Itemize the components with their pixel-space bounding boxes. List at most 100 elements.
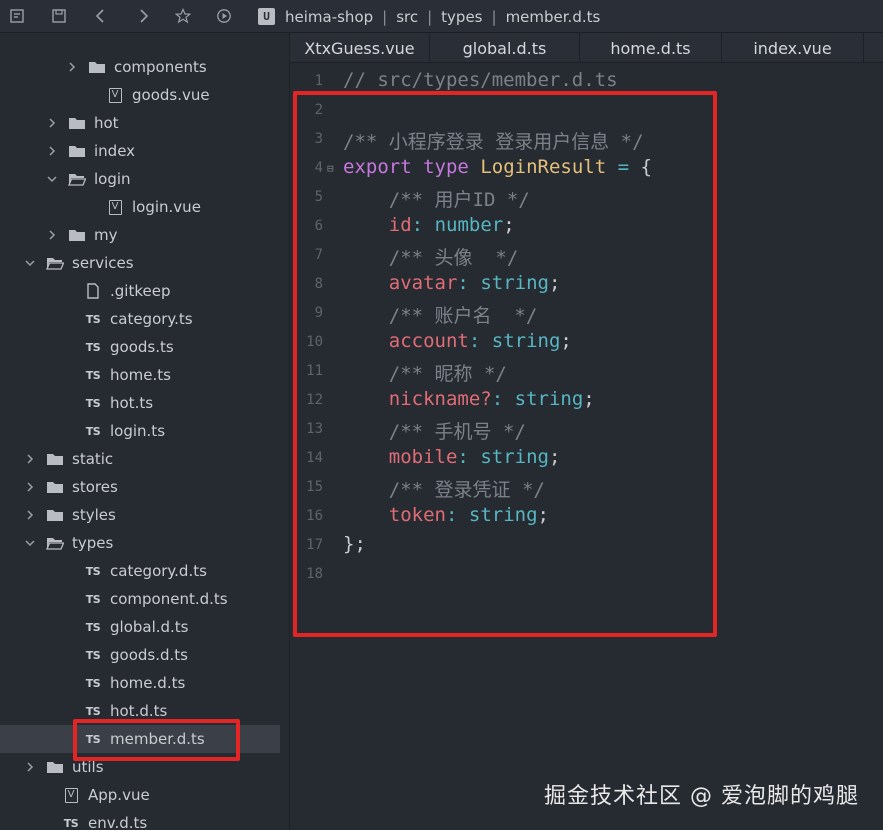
tree-item-label: index <box>94 142 136 160</box>
tree-folder-styles[interactable]: styles <box>0 501 280 529</box>
breadcrumb-item[interactable]: types <box>441 8 482 26</box>
tree-file-component-d-ts[interactable]: TS component.d.ts <box>0 585 280 613</box>
breadcrumb-separator-icon: | <box>491 7 497 26</box>
code-line: mobile: string; <box>343 446 561 468</box>
chevron-down-icon[interactable] <box>24 537 36 549</box>
typescript-file-icon: TS <box>85 620 101 634</box>
tree-file-category-d-ts[interactable]: TS category.d.ts <box>0 557 280 585</box>
tree-folder-hot[interactable]: hot <box>0 109 280 137</box>
code-editor[interactable]: 1 // src/types/member.d.ts 2 3 /** 小程序登录 登录用… <box>290 63 883 830</box>
tree-item-label: login.vue <box>132 198 201 216</box>
tree-file-goods-vue[interactable]: Vgoods.vue <box>0 81 280 109</box>
chevron-right-icon[interactable] <box>24 761 36 773</box>
line-number: 7 <box>314 247 323 263</box>
tree-file-home-ts[interactable]: TS home.ts <box>0 361 280 389</box>
tree-folder-components[interactable]: components <box>0 53 280 81</box>
chevron-right-icon[interactable] <box>24 509 36 521</box>
tree-item-label: goods.d.ts <box>110 646 188 664</box>
code-line: account: string; <box>343 330 572 352</box>
tab-home-d-ts[interactable]: home.d.ts <box>580 33 722 63</box>
code-token-punc <box>343 388 389 410</box>
breadcrumb-separator-icon: | <box>427 7 433 26</box>
tree-file-home-d-ts[interactable]: TS home.d.ts <box>0 669 280 697</box>
line-number: 11 <box>306 363 323 379</box>
code-line: /** 账户名 */ <box>343 301 538 328</box>
code-token-prop: id <box>388 214 412 236</box>
star-icon[interactable] <box>172 5 194 27</box>
outline-icon[interactable] <box>6 5 28 27</box>
code-token-prim: string <box>480 446 549 468</box>
chevron-down-icon[interactable] <box>46 173 58 185</box>
code-token-op: : <box>457 446 469 468</box>
line-number: 12 <box>306 392 323 408</box>
tree-file-gitkeep[interactable]: .gitkeep <box>0 277 280 305</box>
tree-item-label: components <box>114 58 207 76</box>
typescript-file-icon: TS <box>85 340 101 354</box>
line-number: 17 <box>306 537 323 553</box>
tab-index-vue[interactable]: index.vue <box>722 33 864 63</box>
tree-file-goods-ts[interactable]: TS goods.ts <box>0 333 280 361</box>
line-number: 15 <box>306 479 323 495</box>
code-token-punc: ; <box>583 388 595 410</box>
folder-icon <box>68 115 86 131</box>
tree-folder-static[interactable]: static <box>0 445 280 473</box>
tree-item-label: env.d.ts <box>88 814 148 830</box>
tree-file-hot-ts[interactable]: TS hot.ts <box>0 389 280 417</box>
tree-folder-types[interactable]: types <box>0 529 280 557</box>
breadcrumb-separator-icon: | <box>382 7 388 26</box>
tree-file-member-d-ts[interactable]: TS member.d.ts <box>0 725 280 753</box>
tab-global-d-ts[interactable]: global.d.ts <box>430 33 580 63</box>
chevron-right-icon[interactable] <box>46 229 58 241</box>
chevron-right-icon[interactable] <box>24 453 36 465</box>
code-token-prim: string <box>468 504 538 526</box>
code-line: nickname?: string; <box>343 388 595 410</box>
tree-folder-login[interactable]: login <box>0 165 280 193</box>
tab-xtxguess-vue[interactable]: XtxGuess.vue <box>290 33 430 63</box>
code-token-comment: /** 用户ID */ <box>388 189 530 211</box>
tree-file-hot-d-ts[interactable]: TS hot.d.ts <box>0 697 280 725</box>
tree-item-label: stores <box>72 478 118 496</box>
code-token-punc <box>343 421 389 443</box>
save-icon[interactable] <box>48 5 70 27</box>
tree-item-label: category.ts <box>110 310 193 328</box>
chevron-right-icon[interactable] <box>46 117 58 129</box>
folder-icon <box>46 479 64 495</box>
chevron-right-icon[interactable] <box>66 61 78 73</box>
tree-folder-services[interactable]: services <box>0 249 280 277</box>
tree-folder-index[interactable]: index <box>0 137 280 165</box>
code-line: /** 用户ID */ <box>343 185 530 212</box>
chevron-right-icon[interactable] <box>24 481 36 493</box>
code-token-punc: ; <box>548 272 561 294</box>
tree-file-env-d-ts[interactable]: TS env.d.ts <box>0 809 280 830</box>
fold-toggle-icon[interactable]: ⊟ <box>327 162 334 175</box>
tree-file-login-vue[interactable]: Vlogin.vue <box>0 193 280 221</box>
code-token-punc <box>343 247 389 269</box>
code-token-punc <box>343 214 389 236</box>
vue-file-icon: V <box>62 787 80 803</box>
breadcrumb-item[interactable]: src <box>396 8 418 26</box>
run-icon[interactable] <box>213 5 235 27</box>
tree-file-category-ts[interactable]: TS category.ts <box>0 305 280 333</box>
line-number: 8 <box>314 276 323 292</box>
tree-item-label: utils <box>72 758 104 776</box>
tree-folder-utils[interactable]: utils <box>0 753 280 781</box>
breadcrumb-item[interactable]: member.d.ts <box>506 8 601 26</box>
tree-file-goods-d-ts[interactable]: TS goods.d.ts <box>0 641 280 669</box>
tree-folder-stores[interactable]: stores <box>0 473 280 501</box>
chevron-down-icon[interactable] <box>24 257 36 269</box>
tree-file-app-vue[interactable]: V App.vue <box>0 781 280 809</box>
code-token-punc <box>343 272 389 294</box>
code-token-punc <box>343 330 389 352</box>
tree-file-global-d-ts[interactable]: TS global.d.ts <box>0 613 280 641</box>
code-line: /** 手机号 */ <box>343 417 526 444</box>
back-icon[interactable] <box>90 5 112 27</box>
tree-item-label: category.d.ts <box>110 562 207 580</box>
tree-folder-my[interactable]: my <box>0 221 280 249</box>
code-token-kw: type <box>423 156 469 178</box>
breadcrumb-item[interactable]: heima-shop <box>285 8 373 26</box>
folder-icon <box>88 59 106 75</box>
tree-file-login-ts[interactable]: TS login.ts <box>0 417 280 445</box>
chevron-right-icon[interactable] <box>46 145 58 157</box>
forward-icon[interactable] <box>132 5 154 27</box>
typescript-file-icon: TS <box>85 648 101 662</box>
